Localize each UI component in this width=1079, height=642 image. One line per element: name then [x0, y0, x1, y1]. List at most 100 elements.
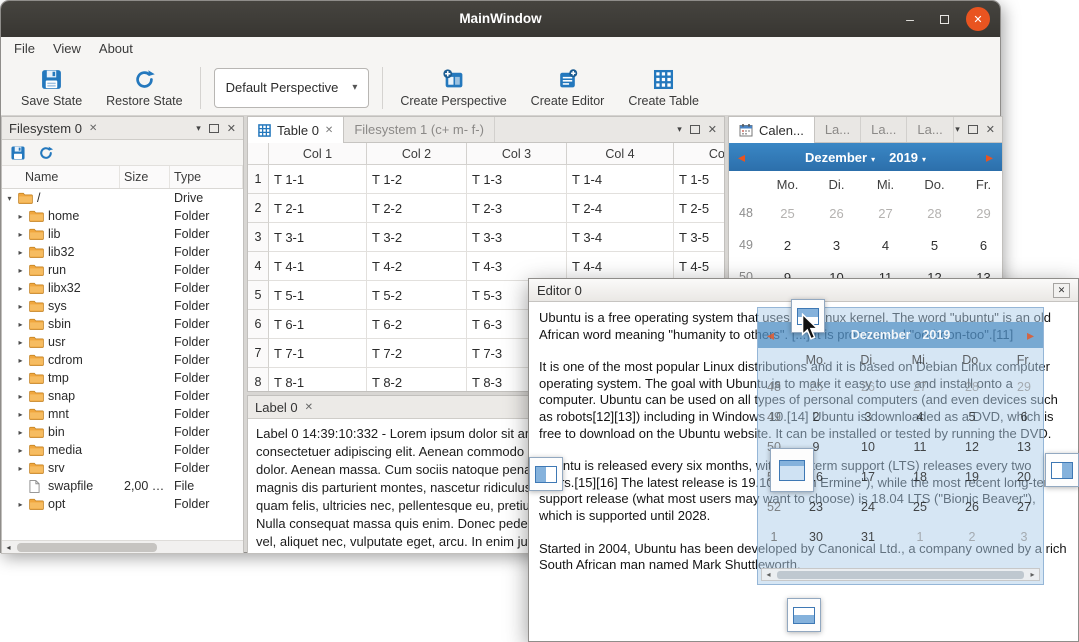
right-tab-2[interactable]: La... [861, 116, 907, 142]
tree-caret-icon[interactable]: ▸ [16, 248, 25, 257]
tree-caret-icon[interactable]: ▸ [16, 230, 25, 239]
table-cell[interactable]: T 1-4 [567, 165, 674, 194]
tree-row[interactable]: ▾/Drive [2, 189, 243, 207]
tree-row[interactable]: ▸runFolder [2, 261, 243, 279]
save-icon[interactable] [10, 145, 26, 161]
table-column-header[interactable]: Col 2 [367, 143, 467, 165]
table-cell[interactable]: T 4-4 [567, 252, 674, 281]
tree-caret-icon[interactable]: ▸ [16, 302, 25, 311]
tree-caret-icon[interactable]: ▸ [16, 410, 25, 419]
tree-caret-icon[interactable]: ▸ [16, 374, 25, 383]
calendar-date[interactable]: 28 [910, 206, 959, 221]
table-cell[interactable]: T 4-5 [674, 252, 724, 281]
tree-row[interactable]: ▸homeFolder [2, 207, 243, 225]
center-tab-1[interactable]: Filesystem 1 (c+ m- f-) [344, 116, 495, 142]
panel-menu-icon[interactable]: ▾ [677, 124, 682, 135]
tree-row[interactable]: ▸mntFolder [2, 405, 243, 423]
tree-row[interactable]: ▸snapFolder [2, 387, 243, 405]
calendar-year[interactable]: 2019▾ [889, 150, 926, 165]
table-header-row[interactable]: Col 1Col 2Col 3Col 4Col 5 [248, 143, 724, 165]
table-cell[interactable]: T 8-1 [269, 368, 367, 391]
table-row-number[interactable]: 7 [248, 339, 269, 368]
tree-row[interactable]: ▸lib32Folder [2, 243, 243, 261]
menu-item-about[interactable]: About [90, 39, 142, 58]
scroll-thumb[interactable] [17, 543, 157, 552]
table-column-header[interactable]: Col 4 [567, 143, 674, 165]
dock-indicator-bottom[interactable] [787, 598, 821, 632]
right-tab-3[interactable]: La... [907, 116, 953, 142]
right-tab-1[interactable]: La... [815, 116, 861, 142]
save-state-button[interactable]: Save State [9, 65, 94, 111]
dock-indicator-right[interactable] [1045, 453, 1079, 487]
column-header-name[interactable]: Name [2, 166, 120, 188]
tree-caret-icon[interactable]: ▸ [16, 266, 25, 275]
panel-close-icon[interactable]: ✕ [986, 123, 995, 136]
calendar-prev-icon[interactable]: ◂ [738, 143, 745, 171]
minimize-button[interactable]: – [898, 7, 922, 31]
filesystem-hscrollbar[interactable]: ◂ [2, 540, 243, 553]
table-cell[interactable]: T 3-4 [567, 223, 674, 252]
calendar-date[interactable]: 5 [910, 238, 959, 253]
right-tab-0[interactable]: Calen... [729, 116, 815, 143]
tree-row[interactable]: ▸cdromFolder [2, 351, 243, 369]
table-row-number[interactable]: 8 [248, 368, 269, 391]
tree-caret-icon[interactable]: ▸ [16, 464, 25, 473]
table-cell[interactable]: T 2-2 [367, 194, 467, 223]
tree-row[interactable]: ▸sysFolder [2, 297, 243, 315]
table-row-number[interactable]: 6 [248, 310, 269, 339]
tree-caret-icon[interactable]: ▸ [16, 284, 25, 293]
table-row-number[interactable]: 1 [248, 165, 269, 194]
calendar-date[interactable]: 26 [812, 206, 861, 221]
window-titlebar[interactable]: MainWindow – ✕ [1, 1, 1000, 37]
table-cell[interactable]: T 2-3 [467, 194, 567, 223]
close-button[interactable]: ✕ [966, 7, 990, 31]
restore-state-button[interactable]: Restore State [94, 65, 194, 111]
menu-item-file[interactable]: File [5, 39, 44, 58]
table-row-number[interactable]: 5 [248, 281, 269, 310]
table-cell[interactable]: T 4-3 [467, 252, 567, 281]
tree-row[interactable]: ▸tmpFolder [2, 369, 243, 387]
dock-indicator-center[interactable] [770, 448, 814, 492]
dock-indicator-left[interactable] [529, 457, 563, 491]
table-cell[interactable]: T 5-2 [367, 281, 467, 310]
table-cell[interactable]: T 4-2 [367, 252, 467, 281]
tree-caret-icon[interactable]: ▸ [16, 320, 25, 329]
panel-float-icon[interactable] [968, 125, 978, 134]
perspective-combobox[interactable]: Default Perspective ▾ [214, 68, 370, 108]
table-cell[interactable]: T 2-5 [674, 194, 724, 223]
tree-caret-icon[interactable]: ▸ [16, 212, 25, 221]
panel-close-icon[interactable]: ✕ [708, 123, 717, 136]
table-cell[interactable]: T 3-3 [467, 223, 567, 252]
tree-caret-icon[interactable]: ▸ [16, 428, 25, 437]
scroll-left-icon[interactable]: ◂ [2, 541, 15, 554]
tree-row[interactable]: ▸optFolder [2, 495, 243, 513]
filesystem-header[interactable]: Name Size Type [2, 166, 243, 189]
table-cell[interactable]: T 3-2 [367, 223, 467, 252]
table-cell[interactable]: T 1-5 [674, 165, 724, 194]
maximize-button[interactable] [932, 7, 956, 31]
calendar-date[interactable]: 4 [861, 238, 910, 253]
table-cell[interactable]: T 5-1 [269, 281, 367, 310]
table-cell[interactable]: T 7-2 [367, 339, 467, 368]
table-row-number[interactable]: 2 [248, 194, 269, 223]
tree-row[interactable]: ▸usrFolder [2, 333, 243, 351]
editor-close-button[interactable]: ✕ [1053, 283, 1070, 298]
calendar-date[interactable]: 6 [959, 238, 1003, 253]
tree-row[interactable]: ▸mediaFolder [2, 441, 243, 459]
tree-caret-icon[interactable]: ▸ [16, 338, 25, 347]
table-cell[interactable]: T 6-1 [269, 310, 367, 339]
table-cell[interactable]: T 3-5 [674, 223, 724, 252]
table-column-header[interactable]: Col 5 [674, 143, 724, 165]
create-editor-button[interactable]: Create Editor [519, 65, 617, 111]
panel-close-icon[interactable]: ✕ [227, 122, 236, 135]
tab-close-icon[interactable]: ✕ [325, 125, 333, 136]
calendar-date[interactable]: 2 [763, 238, 812, 253]
create-table-button[interactable]: Create Table [616, 65, 711, 111]
table-cell[interactable]: T 6-2 [367, 310, 467, 339]
table-column-header[interactable]: Col 3 [467, 143, 567, 165]
table-column-header[interactable]: Col 1 [269, 143, 367, 165]
tree-caret-icon[interactable]: ▸ [16, 500, 25, 509]
tree-row[interactable]: swapfile2,00 …File [2, 477, 243, 495]
column-header-type[interactable]: Type [170, 166, 243, 188]
table-cell[interactable]: T 7-1 [269, 339, 367, 368]
